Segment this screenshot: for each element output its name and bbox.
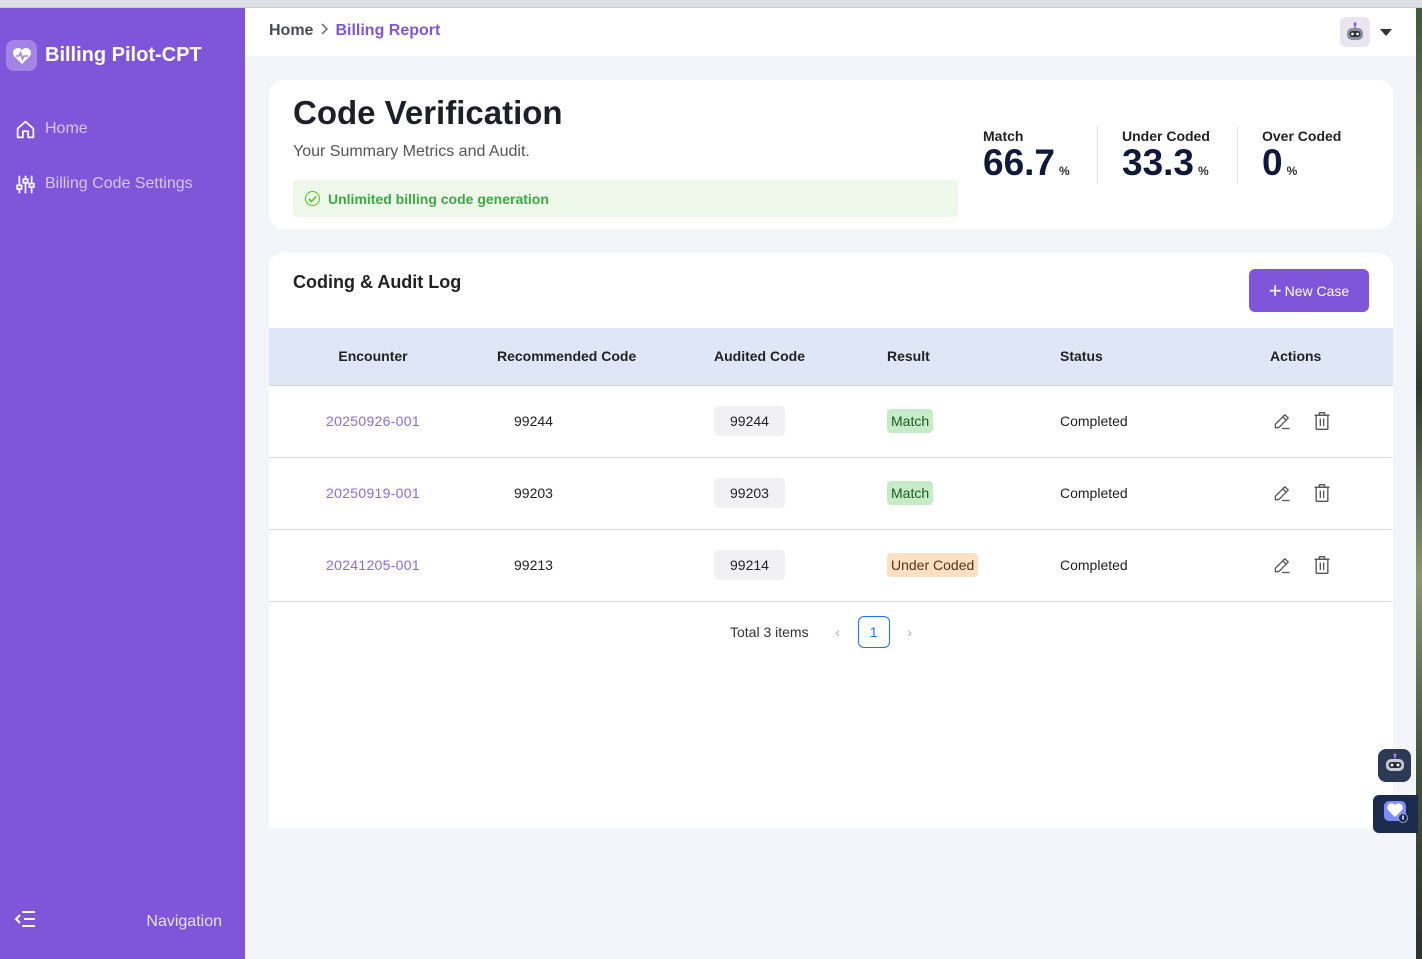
breadcrumb-current: Billing Report xyxy=(335,22,441,39)
home-icon xyxy=(14,118,36,140)
breadcrumb-home[interactable]: Home xyxy=(269,22,313,40)
sidebar-item-label: Billing Code Settings xyxy=(45,175,193,192)
browser-tab-strip xyxy=(0,0,1422,8)
metric-divider xyxy=(1097,126,1098,184)
table-row: 20250919-001 99203 99203 Match Completed xyxy=(269,457,1393,529)
sidebar-item-billing-code-settings[interactable]: Billing Code Settings xyxy=(14,173,193,195)
audited-code: 99214 xyxy=(714,550,785,580)
collapse-navigation-button[interactable]: Navigation xyxy=(14,910,222,933)
metric-unit: % xyxy=(1286,164,1298,178)
metric-unit: % xyxy=(1198,164,1209,178)
page-button-current[interactable]: 1 xyxy=(857,616,890,648)
pagination-total: Total 3 items xyxy=(730,624,809,640)
collapse-menu-icon xyxy=(14,910,36,933)
chevron-down-icon xyxy=(1380,28,1392,36)
collapse-label: Navigation xyxy=(146,912,222,930)
edit-icon[interactable] xyxy=(1270,553,1294,577)
column-header-status[interactable]: Status xyxy=(1060,328,1270,386)
metric-match: Match 66.7% xyxy=(983,128,1070,184)
table-header-row: Encounter Recommended Code Audited Code … xyxy=(269,328,1393,386)
edit-icon[interactable] xyxy=(1270,481,1294,505)
top-header: Home Billing Report xyxy=(245,8,1416,56)
pagination: Total 3 items ‹ 1 › xyxy=(730,616,922,648)
column-header-encounter[interactable]: Encounter xyxy=(269,328,477,386)
status-text: Completed xyxy=(1060,485,1128,501)
info-banner: Unlimited billing code generation xyxy=(293,180,958,217)
check-circle-icon xyxy=(305,191,320,206)
audit-log-table: Encounter Recommended Code Audited Code … xyxy=(269,328,1393,602)
column-header-recommended-code[interactable]: Recommended Code xyxy=(477,328,714,386)
metric-over-coded: Over Coded 0% xyxy=(1262,128,1341,184)
trash-icon[interactable] xyxy=(1310,553,1334,577)
new-case-label: New Case xyxy=(1284,282,1350,299)
page-title: Code Verification xyxy=(293,94,563,131)
audited-code: 99244 xyxy=(714,406,785,436)
heart-logo-icon xyxy=(6,40,37,71)
sidebar: Billing Pilot-CPT Home Billing Code Sett… xyxy=(0,8,245,959)
trash-icon[interactable] xyxy=(1310,481,1334,505)
column-header-audited-code[interactable]: Audited Code xyxy=(714,328,887,386)
status-text: Completed xyxy=(1060,413,1128,429)
table-row: 20241205-001 99213 99214 Under Coded Com… xyxy=(269,529,1393,601)
user-menu[interactable] xyxy=(1340,17,1392,47)
chevron-right-icon xyxy=(319,22,329,40)
extension-button[interactable] xyxy=(1373,795,1418,833)
result-badge: Match xyxy=(887,481,934,505)
brand-title: Billing Pilot-CPT xyxy=(45,44,202,66)
sidebar-item-label: Home xyxy=(45,120,88,137)
trash-icon[interactable] xyxy=(1310,409,1334,433)
metric-under-coded: Under Coded 33.3% xyxy=(1122,128,1210,184)
column-header-result[interactable]: Result xyxy=(887,328,1060,386)
metric-value: 66.7 xyxy=(983,142,1056,183)
sidebar-item-home[interactable]: Home xyxy=(14,118,88,140)
breadcrumb: Home Billing Report xyxy=(269,22,440,40)
summary-card: Code Verification Your Summary Metrics a… xyxy=(269,80,1393,229)
plus-icon: + xyxy=(1268,277,1282,303)
section-title: Coding & Audit Log xyxy=(293,272,462,292)
metric-value: 33.3 xyxy=(1122,142,1195,183)
metric-unit: % xyxy=(1059,164,1070,178)
audited-code: 99203 xyxy=(714,478,785,508)
metric-value: 0 xyxy=(1262,142,1283,183)
chevron-right-icon[interactable]: › xyxy=(898,624,922,640)
column-header-actions: Actions xyxy=(1270,328,1393,386)
result-badge: Under Coded xyxy=(887,553,979,577)
sliders-icon xyxy=(14,173,36,195)
metric-divider xyxy=(1237,126,1238,184)
encounter-link[interactable]: 20250919-001 xyxy=(326,485,420,501)
chevron-left-icon[interactable]: ‹ xyxy=(826,624,850,640)
assistant-bot-button[interactable] xyxy=(1378,749,1411,782)
encounter-link[interactable]: 20241205-001 xyxy=(326,557,420,573)
audit-log-card: Coding & Audit Log + New Case Encounter … xyxy=(269,253,1393,828)
new-case-button[interactable]: + New Case xyxy=(1249,269,1369,312)
recommended-code: 99203 xyxy=(514,485,553,501)
page-subtitle: Your Summary Metrics and Audit. xyxy=(293,143,530,160)
brand: Billing Pilot-CPT xyxy=(6,40,202,71)
robot-avatar-icon xyxy=(1340,17,1370,47)
recommended-code: 99244 xyxy=(514,413,553,429)
result-badge: Match xyxy=(887,409,934,433)
edit-icon[interactable] xyxy=(1270,409,1294,433)
robot-icon xyxy=(1384,753,1406,778)
banner-text: Unlimited billing code generation xyxy=(328,190,549,207)
encounter-link[interactable]: 20250926-001 xyxy=(326,413,420,429)
heart-extension-icon xyxy=(1383,800,1409,829)
table-row: 20250926-001 99244 99244 Match Completed xyxy=(269,385,1393,457)
recommended-code: 99213 xyxy=(514,557,553,573)
status-text: Completed xyxy=(1060,557,1128,573)
